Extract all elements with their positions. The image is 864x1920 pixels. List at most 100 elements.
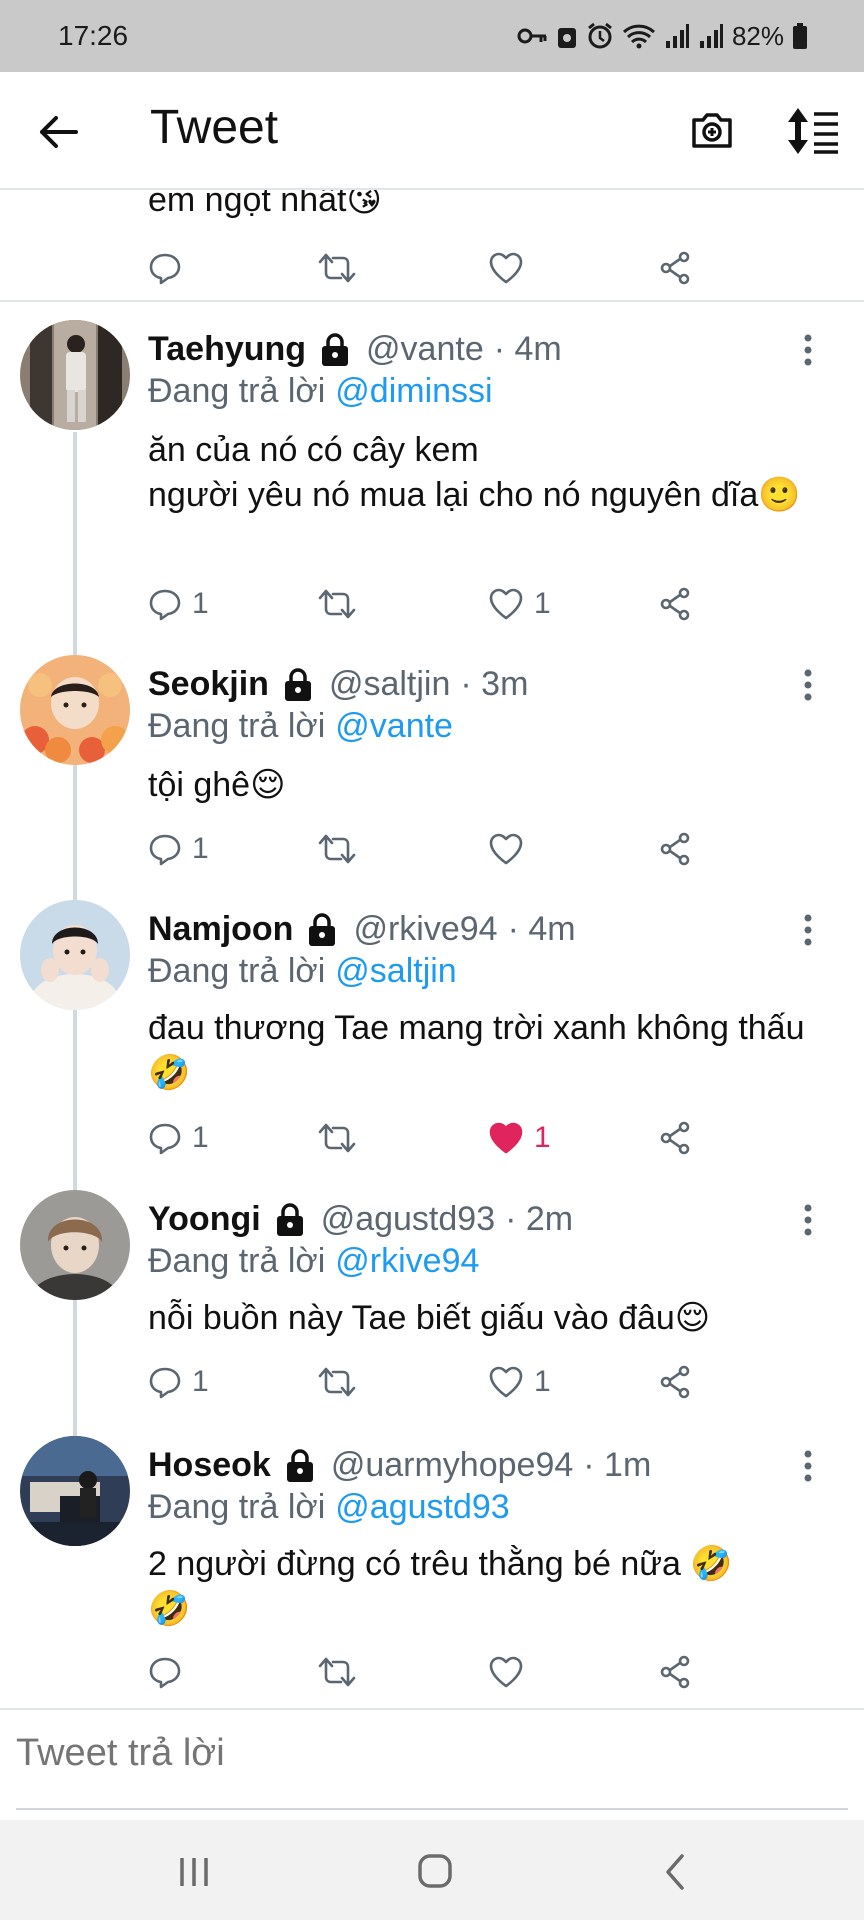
share-button[interactable] <box>658 246 692 290</box>
share-button[interactable] <box>658 1650 692 1694</box>
lock-icon <box>286 1448 313 1482</box>
like-count: 1 <box>534 1121 551 1154</box>
heart-icon <box>489 833 523 865</box>
more-vertical-icon[interactable] <box>796 1202 820 1238</box>
tweet-actions: 1 1 <box>0 582 864 626</box>
tweet-time: · 4m <box>507 910 576 948</box>
tweet-item[interactable]: Seokjin @saltjin · 3m Đang trả lời @vante… <box>0 655 864 885</box>
wifi-icon <box>622 24 655 49</box>
status-icons: 82% <box>516 21 808 52</box>
share-button[interactable] <box>658 1116 692 1160</box>
avatar[interactable] <box>20 655 130 765</box>
retweet-button[interactable] <box>318 582 356 626</box>
retweet-button[interactable] <box>318 246 356 290</box>
mention-link[interactable]: @saltjin <box>335 952 456 990</box>
retweet-button[interactable] <box>318 1116 356 1160</box>
avatar[interactable] <box>20 1436 130 1546</box>
reply-button[interactable]: 1 <box>148 1360 209 1404</box>
more-vertical-icon[interactable] <box>796 912 820 948</box>
retweet-icon <box>318 834 356 864</box>
heart-icon <box>489 588 523 620</box>
more-vertical-icon[interactable] <box>796 332 820 368</box>
author-name[interactable]: Namjoon <box>148 910 293 949</box>
author-name[interactable]: Seokjin <box>148 665 269 704</box>
reply-icon <box>149 589 181 621</box>
lock-icon <box>309 912 336 946</box>
reply-count: 1 <box>192 1121 209 1154</box>
mention-link[interactable]: @agustd93 <box>335 1488 509 1526</box>
author-handle[interactable]: @rkive94 <box>353 910 497 949</box>
tweet-text: nỗi buồn này Tae biết giấu vào đâu😌 <box>148 1299 711 1337</box>
tweet-text: 2 người đừng có trêu thằng bé nữa 🤣 🤣 <box>148 1545 733 1628</box>
author-name[interactable]: Taehyung <box>148 330 306 369</box>
mention-link[interactable]: @rkive94 <box>335 1242 479 1280</box>
replying-to: Đang trả lời @vante <box>148 707 453 745</box>
author-handle[interactable]: @uarmyhope94 <box>331 1446 573 1485</box>
author-name[interactable]: Yoongi <box>148 1200 261 1239</box>
tweet-item[interactable]: Namjoon @rkive94 · 4m Đang trả lời @saltj… <box>0 900 864 1172</box>
tweet-header: Namjoon @rkive94 · 4m <box>148 910 576 949</box>
avatar[interactable] <box>20 1190 130 1300</box>
author-handle[interactable]: @vante <box>366 330 484 369</box>
avatar[interactable] <box>20 320 130 430</box>
vpn-key-icon <box>517 28 547 44</box>
more-vertical-icon[interactable] <box>796 667 820 703</box>
like-button[interactable]: 1 <box>488 582 551 626</box>
system-nav-bar <box>0 1820 864 1920</box>
retweet-button[interactable] <box>318 827 356 871</box>
tweet-item[interactable]: Hoseok @uarmyhope94 · 1m Đang trả lời @ag… <box>0 1436 864 1706</box>
replying-to: Đang trả lời @rkive94 <box>148 1242 480 1280</box>
reply-button[interactable]: 1 <box>148 827 209 871</box>
share-button[interactable] <box>658 1360 692 1404</box>
author-handle[interactable]: @saltjin <box>329 665 450 704</box>
share-icon <box>660 1655 690 1689</box>
author-name[interactable]: Hoseok <box>148 1446 271 1485</box>
reply-icon <box>149 253 181 285</box>
reply-button[interactable]: 1 <box>148 582 209 626</box>
like-button[interactable]: 1 <box>488 1116 551 1160</box>
tweet-header: Hoseok @uarmyhope94 · 1m <box>148 1446 651 1485</box>
mention-link[interactable]: @vante <box>335 707 453 745</box>
lock-badge-icon <box>557 28 576 48</box>
battery-percent: 82% <box>731 20 784 51</box>
tweet-header: Yoongi @agustd93 · 2m <box>148 1200 573 1239</box>
tweet-actions: 1 <box>0 827 864 871</box>
sort-lines-icon[interactable] <box>786 106 840 156</box>
tweet-item[interactable]: Yoongi @agustd93 · 2m Đang trả lời @rkive… <box>0 1190 864 1420</box>
reply-icon <box>149 1657 181 1689</box>
reply-button[interactable] <box>148 246 182 290</box>
share-button[interactable] <box>658 582 692 626</box>
avatar[interactable] <box>20 900 130 1010</box>
share-button[interactable] <box>658 827 692 871</box>
partial-tweet[interactable]: em ngọt nhất😘 <box>0 190 864 302</box>
more-vertical-icon[interactable] <box>796 1448 820 1484</box>
arrow-left-icon[interactable] <box>36 110 80 154</box>
lock-icon <box>284 667 311 701</box>
reply-button[interactable] <box>148 1650 182 1694</box>
retweet-button[interactable] <box>318 1360 356 1404</box>
mention-link[interactable]: @diminssi <box>335 372 492 410</box>
like-button[interactable] <box>488 1650 524 1694</box>
like-button[interactable] <box>488 246 524 290</box>
recents-icon[interactable] <box>164 1850 224 1894</box>
author-handle[interactable]: @agustd93 <box>321 1200 495 1239</box>
back-chevron-icon[interactable] <box>646 1850 706 1894</box>
like-button[interactable]: 1 <box>488 1360 551 1404</box>
heart-icon <box>489 252 523 284</box>
reply-input[interactable] <box>16 1732 836 1775</box>
reply-count: 1 <box>192 587 209 620</box>
status-time: 17:26 <box>58 20 129 51</box>
retweet-button[interactable] <box>318 1650 356 1694</box>
reply-button[interactable]: 1 <box>148 1116 209 1160</box>
like-button[interactable] <box>488 827 524 871</box>
app-bar: Tweet <box>0 72 864 190</box>
home-icon[interactable] <box>404 1850 464 1894</box>
camera-plus-icon[interactable] <box>688 106 736 154</box>
status-bar: 17:26 82% <box>0 0 864 72</box>
tweet-header: Taehyung @vante · 4m <box>148 330 562 369</box>
retweet-icon <box>318 1123 356 1153</box>
tweet-item[interactable]: Taehyung @vante · 4m Đang trả lời @dimins… <box>0 320 864 640</box>
retweet-icon <box>318 589 356 619</box>
battery-icon <box>793 23 807 49</box>
tweet-text: em ngọt nhất😘 <box>148 190 382 219</box>
